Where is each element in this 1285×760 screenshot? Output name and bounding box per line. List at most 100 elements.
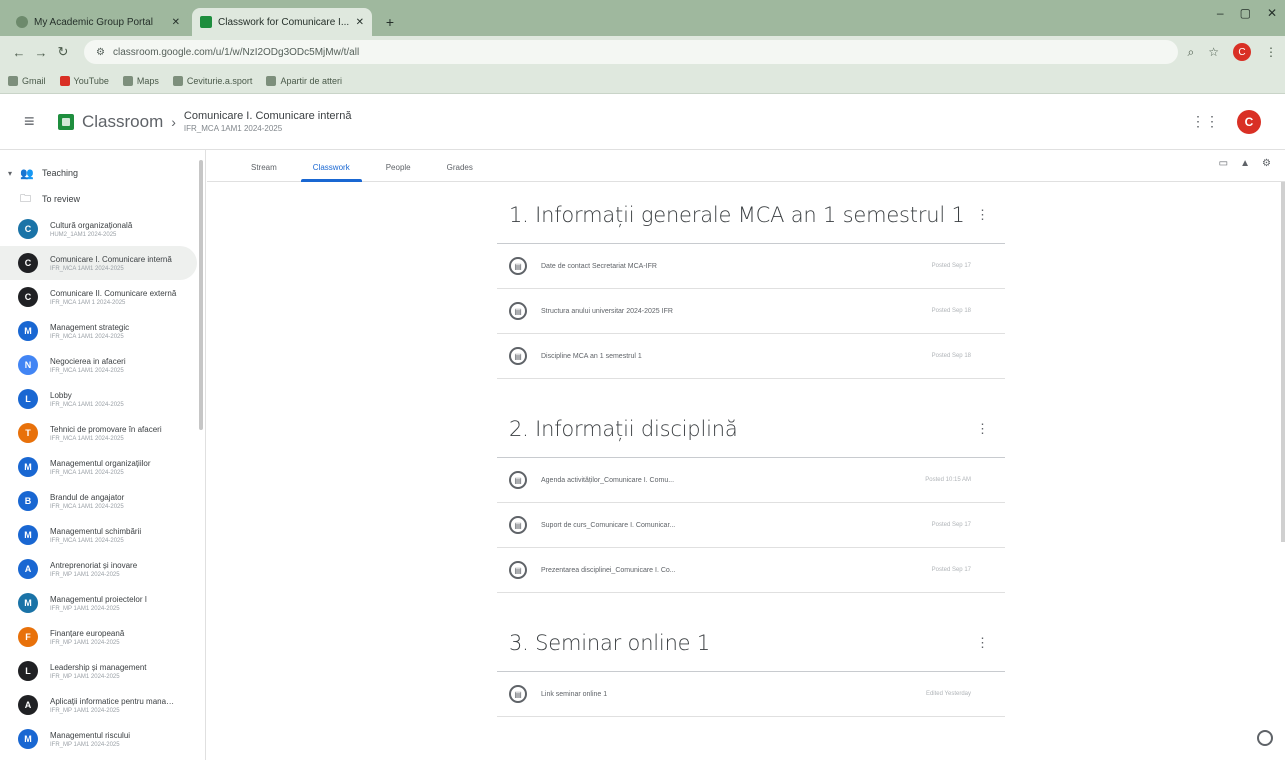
course-name: Comunicare II. Comunicare externă [50,288,177,298]
chevron-right-icon: › [171,113,176,130]
bookmark-label: Ceviturie.a.sport [186,75,253,86]
tab-stream[interactable]: Stream [233,163,295,181]
sidebar-course-item[interactable]: T Tehnici de promovare în afaceri IFR_MCA … [0,416,205,450]
tab-close-icon[interactable]: ✕ [356,17,364,28]
material-item[interactable]: ▤ Structura anului universitar 2024-2025 … [497,289,1005,334]
site-info-icon[interactable]: ⚙ [96,47,105,58]
course-avatar: A [18,559,38,579]
course-name: Cultură organizațională [50,220,133,230]
tab-classwork[interactable]: Classwork [295,163,368,182]
folder-icon: 🗀 [20,192,31,205]
bookmark-item[interactable]: Ceviturie.a.sport [172,75,253,86]
material-title: Structura anului universitar 2024-2025 I… [541,307,673,315]
sidebar-course-item[interactable]: M Managementul organizațiilor IFR_MCA 1AM1… [0,450,205,484]
material-item[interactable]: ▤ Discipline MCA an 1 semestrul 1 Posted S… [497,334,1005,379]
topic-header: 1. Informații generale MCA an 1 semestru… [497,186,1005,244]
help-icon[interactable] [1257,730,1273,746]
classroom-logo-icon[interactable] [58,113,74,130]
close-window-button[interactable]: ✕ [1267,6,1277,20]
sidebar-course-item[interactable]: M Management strategic IFR_MCA 1AM1 2024-2… [0,314,205,348]
sidebar-item-to-review[interactable]: 🗀 To review [0,186,205,212]
sidebar-course-item[interactable]: C Comunicare I. Comunicare internă IFR_MCA… [0,246,197,280]
bookmark-star-icon[interactable]: ☆ [1208,45,1219,59]
bookmark-item[interactable]: Maps [122,75,159,86]
app-name[interactable]: Classroom [82,112,163,132]
google-apps-icon[interactable]: ⋮⋮ [1191,113,1219,130]
sidebar-item-label: To review [42,194,81,204]
topic-title[interactable]: 2. Informații disciplină [509,417,738,441]
material-date: Posted Sep 17 [931,263,971,269]
topic-header: 2. Informații disciplină ⋮ [497,400,1005,458]
tab-close-icon[interactable]: ✕ [172,17,180,28]
sidebar-course-item[interactable]: C Cultură organizațională HUM2_1AM1 2024-2… [0,212,205,246]
sidebar-course-item[interactable]: N Negocierea in afaceri IFR_MCA 1AM1 2024-… [0,348,205,382]
bookmark-label: YouTube [73,75,109,86]
sidebar-course-item[interactable]: M Managementul schimbării IFR_MCA 1AM1 202… [0,518,205,552]
account-avatar[interactable]: C [1237,109,1261,134]
back-icon[interactable]: ← [8,45,30,60]
sidebar-item-label: Teaching [42,168,79,178]
sidebar-course-item[interactable]: A Aplicații informatice pentru management… [0,688,205,722]
sidebar-item-teaching[interactable]: ▾ 👥 Teaching [0,160,205,186]
main-scrollbar[interactable] [1281,182,1285,542]
sidebar-scrollbar[interactable] [199,160,203,430]
more-vert-icon[interactable]: ⋮ [976,635,1005,651]
tab-grades[interactable]: Grades [429,163,491,181]
settings-gear-icon[interactable]: ⚙ [1262,158,1271,169]
sidebar-course-item[interactable]: F Finanțare europeană IFR_MP 1AM1 2024-202… [0,620,205,654]
sidebar-course-item[interactable]: M Managementul riscului IFR_MP 1AM1 2024-2… [0,722,205,756]
new-tab-button[interactable]: + [380,12,400,32]
zoom-icon[interactable]: ⌕ [1188,45,1195,60]
drive-folder-icon[interactable]: ▲ [1240,158,1250,169]
topic-section: 1. Informații generale MCA an 1 semestru… [497,186,1005,379]
chevron-down-icon[interactable]: ▾ [8,169,20,178]
material-item[interactable]: ▤ Date de contact Secretariat MCA-IFR Post… [497,244,1005,289]
calendar-icon[interactable]: ▭ [1219,158,1228,169]
globe-icon [172,75,183,86]
sidebar-course-item[interactable]: L Lobby IFR_MCA 1AM1 2024-2025 [0,382,205,416]
material-icon: ▤ [509,561,527,579]
sidebar-course-item[interactable]: C Comunicare II. Comunicare externă IFR_MC… [0,280,205,314]
url-field[interactable]: ⚙ classroom.google.com/u/1/w/NzI2ODg3ODc… [84,40,1178,64]
course-avatar: C [18,219,38,239]
more-vert-icon[interactable]: ⋮ [976,207,1005,223]
material-date: Posted Sep 18 [931,308,971,314]
material-item[interactable]: ▤ Suport de curs_Comunicare I. Comunicar.… [497,503,1005,548]
course-avatar: L [18,661,38,681]
browser-tab[interactable]: My Academic Group Portal ✕ [8,8,188,36]
maximize-button[interactable]: ▢ [1240,6,1251,20]
browser-profile-avatar[interactable]: C [1233,43,1251,61]
sidebar-course-item[interactable]: L Leadership și management IFR_MP 1AM1 202… [0,654,205,688]
browser-menu-icon[interactable]: ⋮ [1265,45,1277,59]
course-avatar: L [18,389,38,409]
sidebar-course-item[interactable]: B Brandul de angajator IFR_MCA 1AM1 2024-2… [0,484,205,518]
youtube-icon [59,75,70,86]
breadcrumb[interactable]: Comunicare I. Comunicare internă IFR_MCA… [184,110,352,133]
topic-title[interactable]: 3. Seminar online 1 [509,631,710,655]
course-code: IFR_MP 1AM1 2024-2025 [50,571,120,578]
sidebar: ▾ 👥 Teaching 🗀 To review C Cultură organi… [0,150,206,760]
forward-icon[interactable]: → [30,45,52,60]
bookmark-item[interactable]: YouTube [59,75,109,86]
browser-tab-active[interactable]: Classwork for Comunicare I... ✕ [192,8,372,36]
material-item[interactable]: ▤ Link seminar online 1 Edited Yesterday [497,672,1005,717]
reload-icon[interactable]: ↻ [52,44,74,60]
sidebar-course-item[interactable]: A Antreprenoriat și inovare IFR_MP 1AM1 20… [0,552,205,586]
sidebar-course-item[interactable]: M Managementul proiectelor I IFR_MP 1AM1 2… [0,586,205,620]
course-code: IFR_MCA 1AM1 2024-2025 [50,265,124,272]
main-menu-icon[interactable]: ≡ [24,111,48,132]
course-code: IFR_MCA 1AM1 2024-2025 [50,401,124,408]
minimize-button[interactable]: – [1217,6,1224,20]
bookmark-item[interactable]: Apartir de atteri [266,75,342,86]
topic-title[interactable]: 1. Informații generale MCA an 1 semestru… [509,203,965,227]
tab-people[interactable]: People [368,163,429,181]
course-name: Antreprenoriat și inovare [50,560,138,570]
window-controls: – ▢ ✕ [1217,6,1277,20]
material-item[interactable]: ▤ Prezentarea disciplinei_Comunicare I. C… [497,548,1005,593]
material-title: Prezentarea disciplinei_Comunicare I. Co… [541,566,676,574]
classroom-header: ≡ Classroom › Comunicare I. Comunicare i… [0,94,1285,150]
globe-icon [266,75,277,86]
material-item[interactable]: ▤ Agenda activităților_Comunicare I. Comu… [497,458,1005,503]
more-vert-icon[interactable]: ⋮ [976,421,1005,437]
bookmark-item[interactable]: Gmail [8,75,46,86]
